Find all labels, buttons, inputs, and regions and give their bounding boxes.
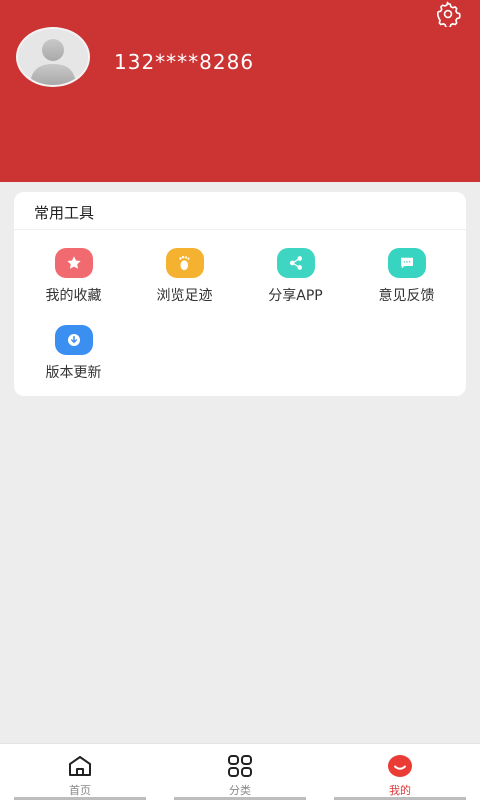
tab-mine-label: 我的 (389, 784, 411, 797)
tab-category[interactable]: 分类 (160, 744, 320, 800)
tools-card: 常用工具 我的收藏 浏览足迹 分享APP 意见反馈 版本更新 (14, 192, 466, 396)
message-icon (387, 248, 426, 278)
settings-button[interactable] (434, 1, 462, 31)
grid-icon (226, 754, 254, 778)
star-icon (54, 248, 93, 278)
tab-mine[interactable]: 我的 (320, 744, 480, 800)
tool-version-update[interactable]: 版本更新 (18, 325, 129, 382)
tool-favorites[interactable]: 我的收藏 (18, 248, 129, 305)
smile-icon (386, 754, 414, 778)
gear-icon (435, 1, 461, 31)
tools-card-title: 常用工具 (34, 204, 95, 222)
tool-label: 意见反馈 (378, 288, 435, 304)
tool-label: 我的收藏 (45, 288, 102, 304)
footprint-icon (165, 248, 204, 278)
home-icon (66, 754, 94, 778)
tool-history[interactable]: 浏览足迹 (129, 248, 240, 305)
tool-label: 浏览足迹 (156, 288, 213, 304)
tool-label: 分享APP (268, 288, 323, 304)
tab-home-label: 首页 (69, 784, 91, 797)
tab-home[interactable]: 首页 (0, 744, 160, 800)
tab-category-label: 分类 (229, 784, 251, 797)
user-silhouette-icon (30, 39, 76, 85)
download-icon (54, 325, 93, 355)
share-icon (276, 248, 315, 278)
tool-label: 版本更新 (45, 365, 102, 381)
profile-header: 132****8286 (0, 0, 480, 182)
bottom-tab-bar: 首页 分类 我的 (0, 743, 480, 800)
tool-share-app[interactable]: 分享APP (240, 248, 351, 305)
avatar[interactable] (16, 27, 90, 87)
divider (14, 229, 466, 230)
tool-feedback[interactable]: 意见反馈 (351, 248, 462, 305)
user-phone: 132****8286 (114, 50, 255, 74)
